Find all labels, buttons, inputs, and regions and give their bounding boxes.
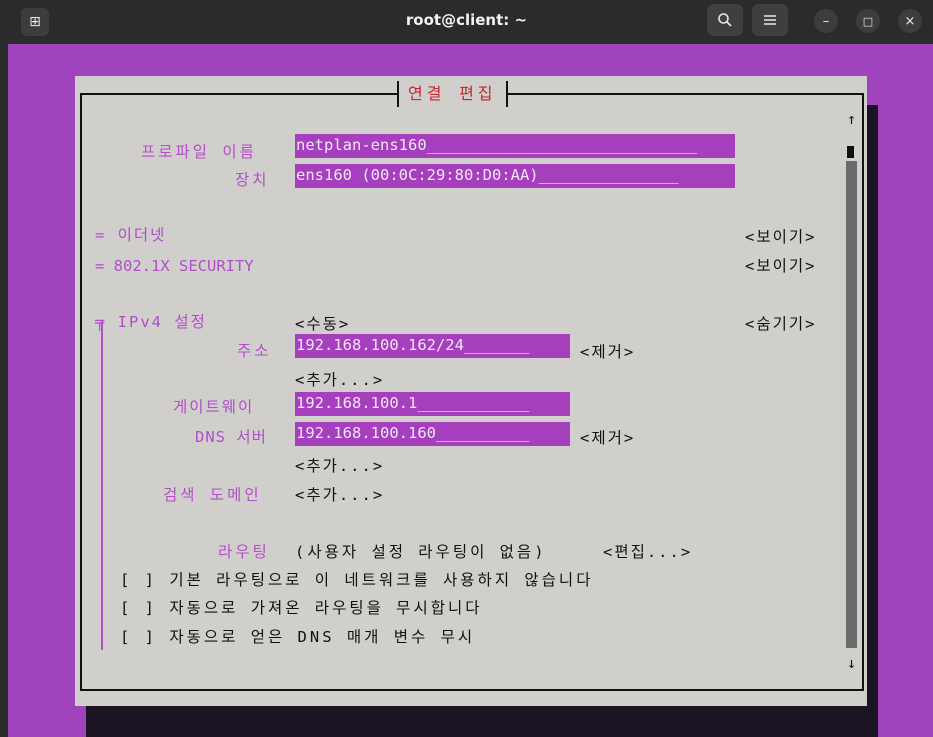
scroll-up-arrow[interactable]: ↑ [847, 110, 856, 128]
hamburger-menu-icon[interactable] [752, 4, 788, 36]
routing-edit-button[interactable]: <편집...> [603, 542, 692, 562]
dns-remove-button[interactable]: <제거> [580, 428, 635, 448]
dns-add-button[interactable]: <추가...> [295, 456, 384, 476]
address-label: 주소 [237, 342, 272, 360]
ipv4-tree-line [101, 320, 103, 650]
dns-server-label: DNS 서버 [195, 428, 267, 446]
scroll-down-arrow[interactable]: ↓ [847, 654, 856, 672]
dialog-shadow-right [866, 105, 878, 737]
new-tab-icon[interactable]: ⊞ [21, 8, 49, 36]
routing-status: (사용자 설정 라우팅이 없음) [295, 543, 547, 561]
scrollbar-thumb[interactable] [847, 146, 854, 158]
ipv4-mode-select[interactable]: <수동> [295, 314, 350, 334]
device-field[interactable]: ens160 (00:0C:29:80:D0:AA)______________… [295, 164, 735, 188]
window-titlebar: ⊞ root@client: ~ – □ × [0, 0, 933, 44]
dialog-shadow-bottom [86, 706, 878, 737]
search-domain-label: 검색 도메인 [163, 486, 262, 504]
gateway-field[interactable]: 192.168.100.1____________ [295, 392, 570, 416]
dialog-title: 연결 편집 [397, 81, 508, 107]
address-add-button[interactable]: <추가...> [295, 370, 384, 390]
ethernet-show-button[interactable]: <보이기> [745, 227, 816, 247]
search-icon[interactable] [707, 4, 743, 36]
edit-connection-dialog: 연결 편집 프로파일 이름 netplan-ens160____________… [75, 76, 867, 706]
search-domain-add-button[interactable]: <추가...> [295, 485, 384, 505]
checkbox-ignore-auto-routes[interactable]: [ ] 자동으로 가져온 라우팅을 무시합니다 [120, 598, 482, 618]
security-show-button[interactable]: <보이기> [745, 256, 816, 276]
scrollbar-track[interactable] [846, 161, 857, 648]
gateway-label: 게이트웨이 [173, 398, 255, 416]
routing-label: 라우팅 [218, 543, 270, 561]
profile-name-field[interactable]: netplan-ens160__________________________… [295, 134, 735, 158]
minimize-icon[interactable]: – [814, 9, 838, 33]
dns-server-field[interactable]: 192.168.100.160__________ [295, 422, 570, 446]
checkbox-ignore-auto-dns[interactable]: [ ] 자동으로 얻은 DNS 매개 변수 무시 [120, 627, 475, 647]
security-section-label: = 802.1X SECURITY [95, 257, 254, 275]
ethernet-section-label: = 이더넷 [95, 226, 167, 244]
window-title: root@client: ~ [405, 11, 528, 29]
checkbox-never-default[interactable]: [ ] 기본 라우팅으로 이 네트워크를 사용하지 않습니다 [120, 570, 593, 590]
maximize-icon[interactable]: □ [856, 9, 880, 33]
ipv4-section-label: ╤ IPv4 설정 [95, 313, 207, 331]
profile-name-label: 프로파일 이름 [141, 143, 257, 161]
ipv4-hide-button[interactable]: <숨기기> [745, 314, 816, 334]
search-icon-glyph [718, 13, 732, 27]
address-remove-button[interactable]: <제거> [580, 342, 635, 362]
address-field[interactable]: 192.168.100.162/24_______ [295, 334, 570, 358]
window-left-edge [0, 44, 8, 737]
menu-icon-glyph [764, 15, 776, 25]
close-icon[interactable]: × [898, 9, 922, 33]
device-label: 장치 [235, 171, 270, 189]
